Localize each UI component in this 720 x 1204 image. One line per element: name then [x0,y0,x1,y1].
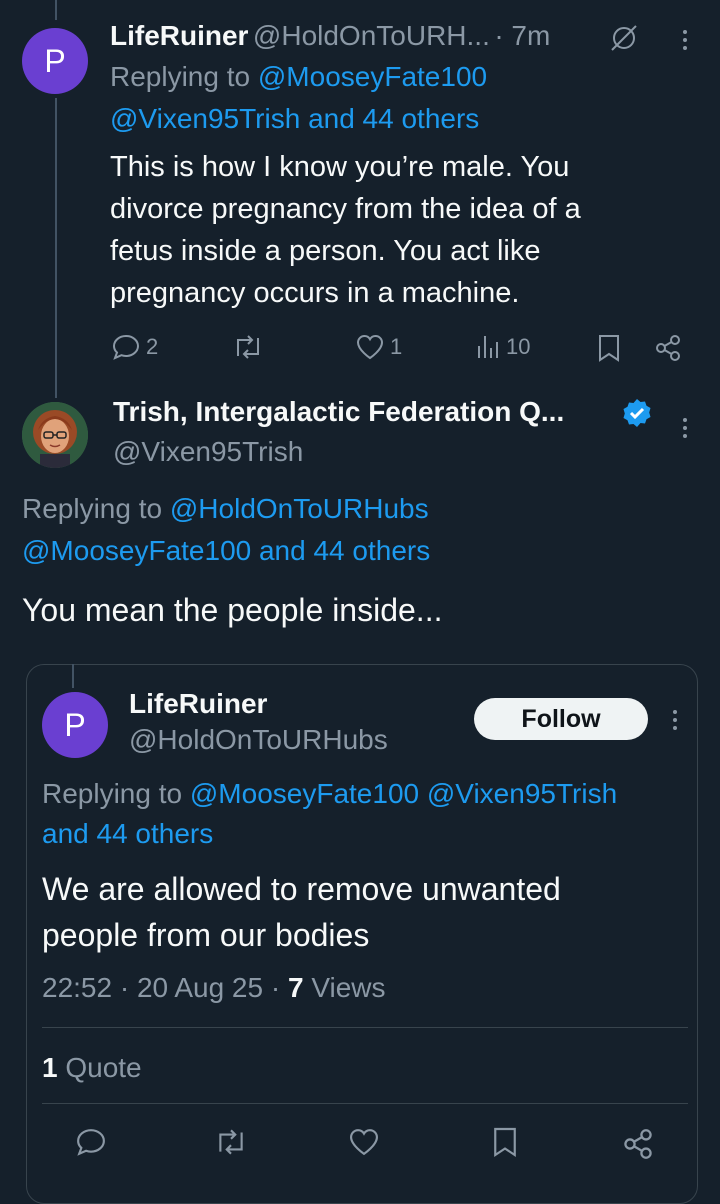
views-count: 7 [287,972,304,1003]
share-button[interactable] [622,1128,654,1160]
verified-badge-icon [622,398,652,433]
author-handle[interactable]: @Vixen95Trish [113,436,303,468]
bookmark-icon [494,1127,516,1158]
divider [42,1027,688,1028]
reply-icon [112,334,140,360]
views-button[interactable]: 10 [476,334,530,360]
heart-icon [349,1129,379,1156]
more-options-icon[interactable] [673,710,677,730]
share-button[interactable] [654,334,682,362]
author-handle[interactable]: @HoldOnToURH... [253,20,490,51]
mention-link[interactable]: and 44 others [42,814,617,854]
replying-to-label: Replying to [22,493,163,524]
follow-button[interactable]: Follow [474,698,648,740]
quote-count-link[interactable]: 1 Quote [42,1052,142,1084]
tweet-text: This is how I know you’re male. You divo… [110,151,581,309]
replying-to-label: Replying to [110,61,251,92]
tweet-text: You mean the people inside... [22,592,443,628]
views-label: Views [303,972,386,1003]
author-handle[interactable]: @HoldOnToURHubs [129,724,388,756]
author-name[interactable]: LifeRuiner [129,688,267,720]
post-meta: 22:52 · 20 Aug 25 · 7 Views [42,972,386,1004]
reply-icon [77,1129,105,1156]
grok-icon[interactable] [608,24,640,57]
timestamp: · 7m [494,20,551,51]
bookmark-icon [599,335,619,362]
thread-line-top [55,0,57,20]
mention-link[interactable]: @MooseyFate100 and 44 others [22,530,430,572]
share-icon [656,335,680,361]
bookmark-button[interactable] [492,1126,518,1158]
mention-link[interactable]: @MooseyFate100 [258,61,487,92]
like-button[interactable]: 1 [356,334,402,360]
thread-line-quote [72,664,74,688]
avatar[interactable] [22,402,88,468]
retweet-icon [219,1129,243,1155]
mention-link[interactable]: @MooseyFate100 @Vixen95Trish [190,778,617,809]
bookmark-button[interactable] [597,334,621,362]
avatar[interactable]: P [42,692,108,758]
retweet-icon [237,335,259,359]
views-icon [478,336,498,358]
heart-icon [356,334,384,360]
replying-to-label: Replying to [42,778,183,809]
mention-link[interactable]: @Vixen95Trish and 44 others [110,98,487,140]
retweet-button[interactable] [232,334,264,360]
divider [42,1103,688,1104]
avatar[interactable]: P [22,28,88,94]
more-options-icon[interactable] [683,418,687,438]
thread-line-middle [55,98,57,398]
author-name[interactable]: Trish, Intergalactic Federation Q... [113,396,564,428]
author-name[interactable]: LifeRuiner [110,20,248,51]
post-timestamp: 22:52 · 20 Aug 25 · [42,972,288,1003]
more-options-icon[interactable] [683,30,687,50]
reply-button[interactable] [76,1128,106,1156]
like-button[interactable] [348,1128,380,1156]
mention-link[interactable]: @HoldOnToURHubs [170,493,429,524]
quoted-tweet-text: We are allowed to remove unwanted people… [42,871,561,953]
reply-button[interactable]: 2 [112,334,158,360]
share-icon [624,1129,652,1159]
retweet-button[interactable] [214,1128,248,1156]
